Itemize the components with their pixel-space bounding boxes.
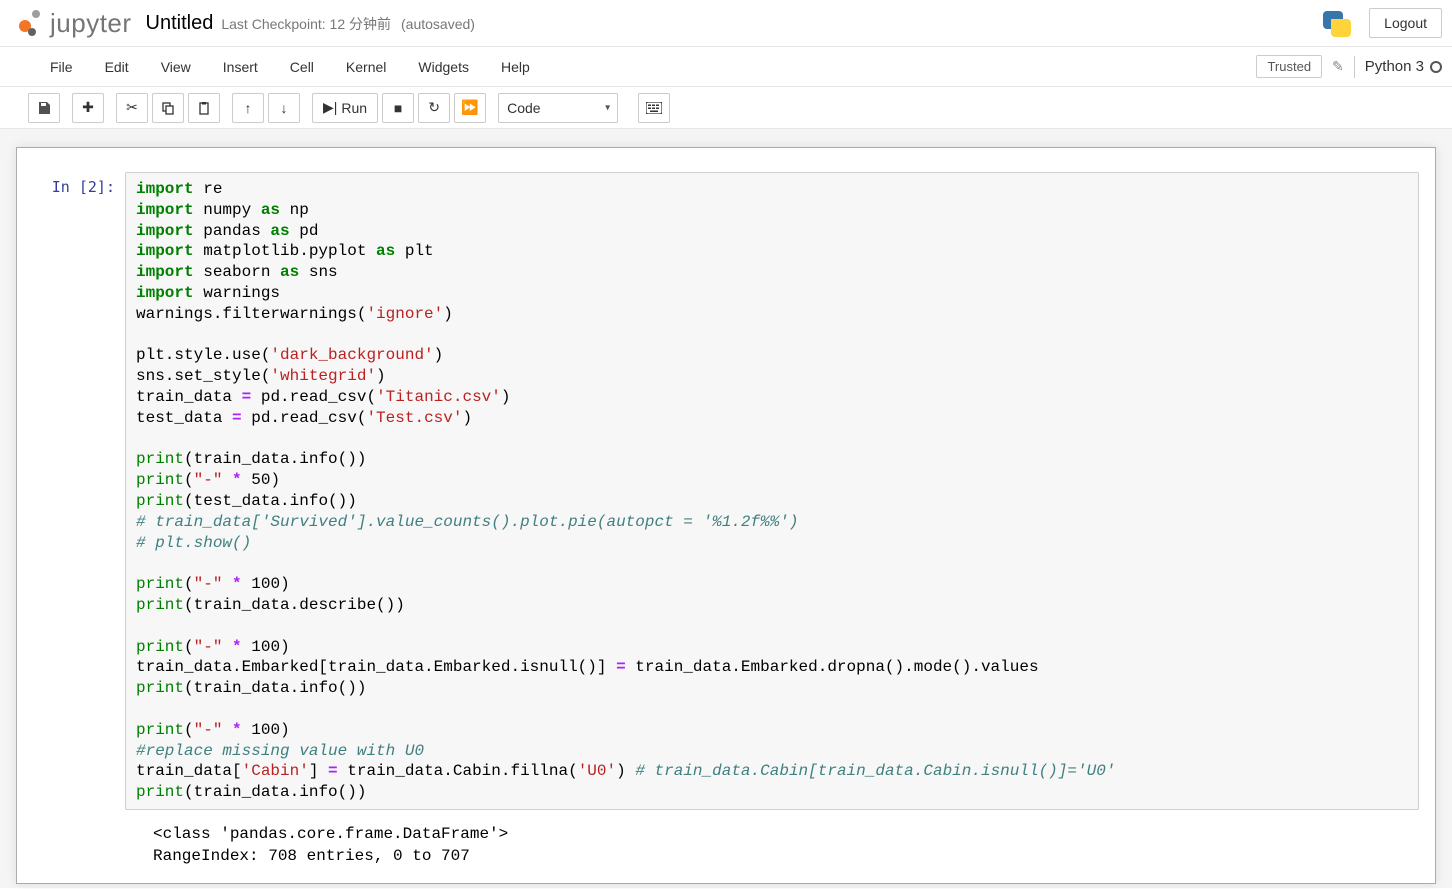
python-logo-icon <box>1319 6 1353 40</box>
jupyter-logo-text: jupyter <box>50 8 132 39</box>
restart-button[interactable]: ↻ <box>418 93 450 123</box>
move-up-button[interactable]: ↑ <box>232 93 264 123</box>
move-down-button[interactable]: ↓ <box>268 93 300 123</box>
output-prompt <box>33 816 125 867</box>
paste-button[interactable] <box>188 93 220 123</box>
menu-insert[interactable]: Insert <box>207 49 274 85</box>
cell-type-select[interactable]: Code <box>498 93 618 123</box>
kernel-name[interactable]: Python 3 <box>1365 58 1424 75</box>
interrupt-button[interactable]: ■ <box>382 93 414 123</box>
jupyter-logo[interactable]: jupyter <box>14 8 132 39</box>
code-input-area[interactable]: import re import numpy as np import pand… <box>125 172 1419 810</box>
divider <box>1354 56 1355 78</box>
run-button[interactable]: ▶|Run <box>312 93 378 123</box>
command-palette-button[interactable] <box>638 93 670 123</box>
menu-view[interactable]: View <box>145 49 207 85</box>
cut-button[interactable]: ✂ <box>116 93 148 123</box>
menu-edit[interactable]: Edit <box>89 49 145 85</box>
input-prompt: In [2]: <box>33 172 125 810</box>
menu-widgets[interactable]: Widgets <box>402 49 485 85</box>
title-area: Untitled Last Checkpoint: 12 分钟前 (autosa… <box>146 12 475 35</box>
kernel-status-icon <box>1430 61 1442 73</box>
insert-cell-button[interactable]: ✚ <box>72 93 104 123</box>
run-icon: ▶| <box>323 99 337 116</box>
menu-cell[interactable]: Cell <box>274 49 330 85</box>
edit-icon[interactable]: ✎ <box>1332 58 1344 75</box>
trusted-indicator[interactable]: Trusted <box>1256 55 1322 78</box>
toolbar: ✚ ✂ ↑ ↓ ▶|Run ■ ↻ ⏩ Code <box>0 87 1452 129</box>
menu-help[interactable]: Help <box>485 49 546 85</box>
code-content[interactable]: import re import numpy as np import pand… <box>136 179 1408 803</box>
menu-file[interactable]: File <box>34 49 89 85</box>
notebook-header: jupyter Untitled Last Checkpoint: 12 分钟前… <box>0 0 1452 47</box>
notebook-scroll-area[interactable]: In [2]: import re import numpy as np imp… <box>0 129 1452 888</box>
restart-run-all-button[interactable]: ⏩ <box>454 93 486 123</box>
menubar: File Edit View Insert Cell Kernel Widget… <box>0 47 1452 87</box>
checkpoint-info: Last Checkpoint: 12 分钟前 <box>221 14 391 34</box>
run-label: Run <box>341 100 367 116</box>
output-text: <class 'pandas.core.frame.DataFrame'> Ra… <box>125 816 1419 867</box>
logout-button[interactable]: Logout <box>1369 8 1442 38</box>
menu-kernel[interactable]: Kernel <box>330 49 402 85</box>
autosave-status: (autosaved) <box>401 16 475 32</box>
notebook-title[interactable]: Untitled <box>146 12 214 35</box>
save-button[interactable] <box>28 93 60 123</box>
code-cell[interactable]: In [2]: import re import numpy as np imp… <box>33 172 1419 810</box>
jupyter-logo-icon <box>14 8 44 38</box>
copy-button[interactable] <box>152 93 184 123</box>
output-cell: <class 'pandas.core.frame.DataFrame'> Ra… <box>33 816 1419 867</box>
notebook-container: In [2]: import re import numpy as np imp… <box>16 147 1436 884</box>
